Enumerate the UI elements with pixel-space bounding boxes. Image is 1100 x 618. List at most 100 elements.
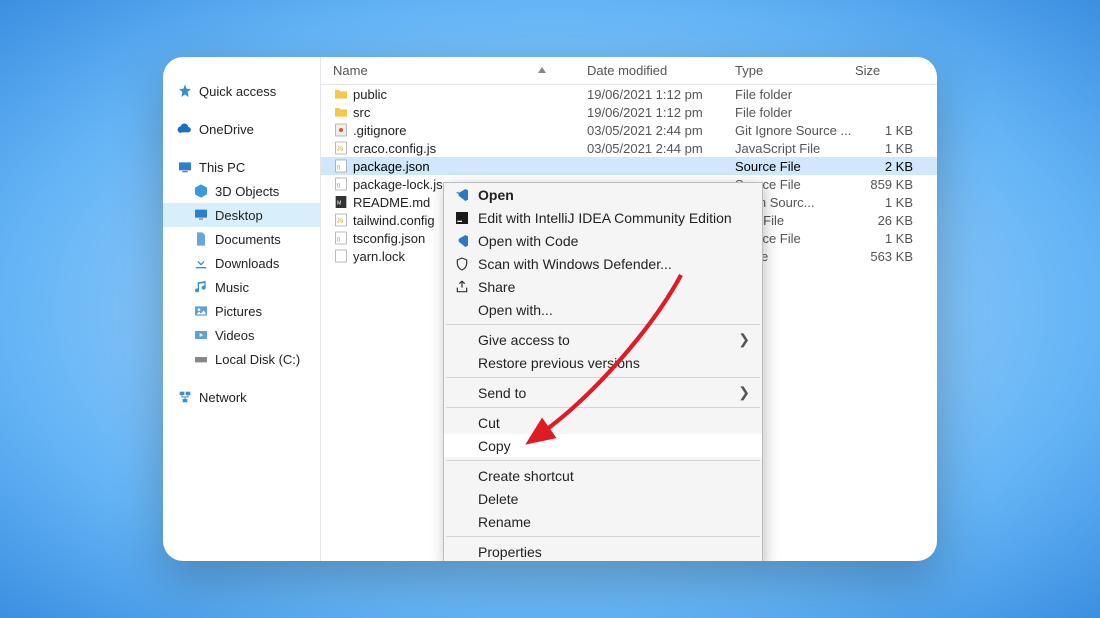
label: Share <box>478 279 515 295</box>
separator <box>446 460 760 461</box>
file-icon: {} <box>333 158 353 174</box>
menu-delete[interactable]: Delete <box>444 487 762 510</box>
svg-text:{}: {} <box>337 165 341 170</box>
separator <box>446 407 760 408</box>
label: Open <box>478 187 514 203</box>
svg-text:M: M <box>337 201 341 207</box>
menu-send-to[interactable]: Send to ❯ <box>444 381 762 404</box>
separator <box>446 377 760 378</box>
file-date: 19/06/2021 1:12 pm <box>587 105 735 120</box>
file-icon: {} <box>333 176 353 192</box>
file-row[interactable]: public19/06/2021 1:12 pmFile folder <box>321 85 937 103</box>
star-icon <box>177 83 193 99</box>
column-headers: Name Date modified Type Size <box>321 57 937 85</box>
svg-text:JS: JS <box>337 219 344 225</box>
file-icon: M <box>333 194 353 210</box>
videos-icon <box>193 327 209 343</box>
menu-give-access[interactable]: Give access to ❯ <box>444 328 762 351</box>
label: Cut <box>478 415 500 431</box>
sidebar-quick-access[interactable]: Quick access <box>163 79 320 103</box>
col-name-header[interactable]: Name <box>333 63 587 78</box>
label: Local Disk (C:) <box>215 352 300 367</box>
label: Scan with Windows Defender... <box>478 256 672 272</box>
file-name: package.json <box>353 159 587 174</box>
file-date: 03/05/2021 2:44 pm <box>587 123 735 138</box>
sidebar-documents[interactable]: Documents <box>163 227 320 251</box>
sidebar-downloads[interactable]: Downloads <box>163 251 320 275</box>
file-row[interactable]: JScraco.config.js03/05/2021 2:44 pmJavaS… <box>321 139 937 157</box>
file-icon: {} <box>333 230 353 246</box>
context-menu: Open Edit with IntelliJ IDEA Community E… <box>443 182 763 561</box>
svg-text:{}: {} <box>337 183 341 188</box>
label: Videos <box>215 328 255 343</box>
label: Type <box>735 63 763 78</box>
file-row[interactable]: {}package.jsonSource File2 KB <box>321 157 937 175</box>
file-row[interactable]: .gitignore03/05/2021 2:44 pmGit Ignore S… <box>321 121 937 139</box>
file-list-pane: Name Date modified Type Size public19/06… <box>321 57 937 561</box>
label: Create shortcut <box>478 468 574 484</box>
share-icon <box>452 279 472 295</box>
chevron-right-icon: ❯ <box>738 331 750 348</box>
label: Open with Code <box>478 233 578 249</box>
label: Edit with IntelliJ IDEA Community Editio… <box>478 210 732 226</box>
file-icon: JS <box>333 212 353 228</box>
file-type: Source File <box>735 159 855 174</box>
pictures-icon <box>193 303 209 319</box>
sidebar-onedrive[interactable]: OneDrive <box>163 117 320 141</box>
menu-scan-defender[interactable]: Scan with Windows Defender... <box>444 252 762 275</box>
label: Quick access <box>199 84 276 99</box>
disk-icon <box>193 351 209 367</box>
file-date: 03/05/2021 2:44 pm <box>587 141 735 156</box>
label: Documents <box>215 232 281 247</box>
svg-text:JS: JS <box>337 147 344 153</box>
file-type: JavaScript File <box>735 141 855 156</box>
label: OneDrive <box>199 122 254 137</box>
separator <box>446 536 760 537</box>
sidebar-3dobjects[interactable]: 3D Objects <box>163 179 320 203</box>
menu-restore[interactable]: Restore previous versions <box>444 351 762 374</box>
col-type-header[interactable]: Type <box>735 63 855 78</box>
sidebar-this-pc[interactable]: This PC <box>163 155 320 179</box>
menu-edit-intellij[interactable]: Edit with IntelliJ IDEA Community Editio… <box>444 206 762 229</box>
file-size: 1 KB <box>855 141 919 156</box>
sidebar-pictures[interactable]: Pictures <box>163 299 320 323</box>
file-size: 1 KB <box>855 123 919 138</box>
label: Downloads <box>215 256 279 271</box>
vscode-icon <box>452 187 472 203</box>
menu-create-shortcut[interactable]: Create shortcut <box>444 464 762 487</box>
file-icon <box>333 86 353 102</box>
label: Music <box>215 280 249 295</box>
menu-rename[interactable]: Rename <box>444 510 762 533</box>
label: Date modified <box>587 63 667 78</box>
col-size-header[interactable]: Size <box>855 63 937 78</box>
menu-open-with-code[interactable]: Open with Code <box>444 229 762 252</box>
sidebar-desktop[interactable]: Desktop <box>163 203 320 227</box>
file-icon <box>333 104 353 120</box>
label: 3D Objects <box>215 184 279 199</box>
sidebar-music[interactable]: Music <box>163 275 320 299</box>
file-type: File folder <box>735 105 855 120</box>
downloads-icon <box>193 255 209 271</box>
file-size: 859 KB <box>855 177 919 192</box>
file-size: 1 KB <box>855 231 919 246</box>
sidebar-videos[interactable]: Videos <box>163 323 320 347</box>
menu-properties[interactable]: Properties <box>444 540 762 561</box>
menu-copy[interactable]: Copy <box>444 434 762 457</box>
intellij-icon <box>452 210 472 226</box>
sidebar-localdisk[interactable]: Local Disk (C:) <box>163 347 320 371</box>
file-date: 19/06/2021 1:12 pm <box>587 87 735 102</box>
file-size: 1 KB <box>855 195 919 210</box>
file-type: Git Ignore Source ... <box>735 123 855 138</box>
file-row[interactable]: src19/06/2021 1:12 pmFile folder <box>321 103 937 121</box>
menu-cut[interactable]: Cut <box>444 411 762 434</box>
cube-icon <box>193 183 209 199</box>
sidebar-network[interactable]: Network <box>163 385 320 409</box>
label: Name <box>333 63 368 78</box>
file-type: File folder <box>735 87 855 102</box>
col-date-header[interactable]: Date modified <box>587 63 735 78</box>
file-icon: JS <box>333 140 353 156</box>
file-size: 563 KB <box>855 249 919 264</box>
menu-open[interactable]: Open <box>444 183 762 206</box>
menu-share[interactable]: Share <box>444 275 762 298</box>
menu-open-with[interactable]: Open with... <box>444 298 762 321</box>
